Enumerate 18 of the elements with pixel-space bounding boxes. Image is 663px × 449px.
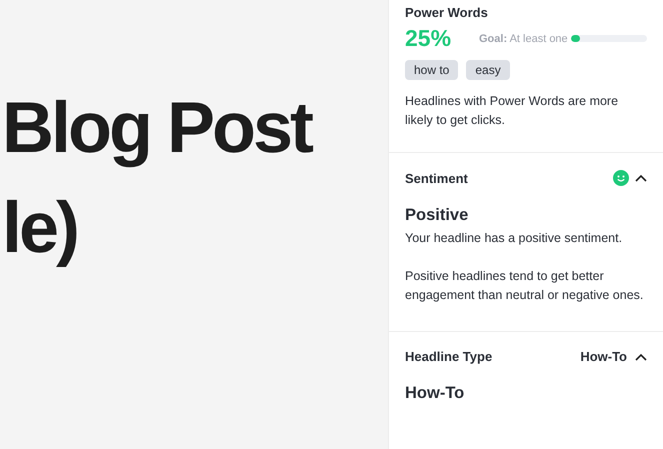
section-title: Headline Type (405, 349, 494, 364)
smiley-icon (613, 170, 629, 186)
word-tag: how to (405, 60, 458, 80)
type-value: How-To (580, 349, 627, 364)
headline-text: Blog Post (2, 87, 312, 170)
description-text: Headlines with Power Words are more likely to get clicks. (405, 93, 620, 129)
description-text: Positive headlines tend to get better engagement than neutral or negative ones. (405, 268, 644, 304)
chevron-icon[interactable] (635, 174, 647, 182)
chevron-icon[interactable] (635, 352, 647, 360)
goal-text: Goal: At least one (479, 32, 568, 44)
summary-text: Your headline has a positive sentiment. (405, 230, 624, 247)
type-result: How-To (405, 384, 466, 403)
headline-text: le) (2, 187, 78, 270)
sentiment-result: Positive (405, 206, 470, 225)
score-value: 25% (405, 25, 452, 52)
section-title: Sentiment (405, 170, 469, 186)
word-tag: easy (466, 60, 510, 80)
section-title: Power Words (405, 5, 489, 20)
